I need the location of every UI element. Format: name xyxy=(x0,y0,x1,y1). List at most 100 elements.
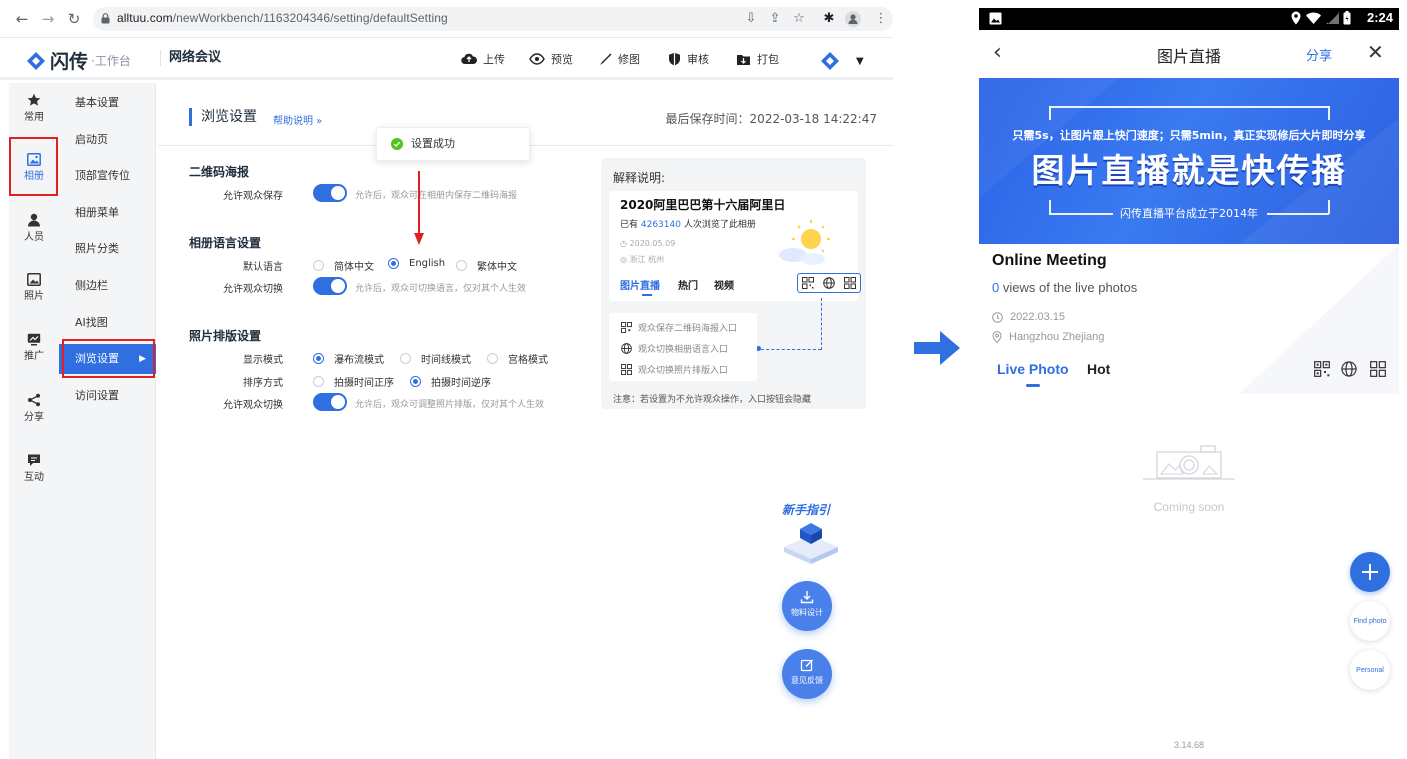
lock-icon xyxy=(101,13,110,24)
radio-traditional-chinese[interactable]: 繁体中文 xyxy=(456,258,517,273)
user-icon xyxy=(28,213,40,227)
bookmark-star-icon[interactable]: ☆ xyxy=(791,11,807,27)
empty-state-text: Coming soon xyxy=(1153,500,1225,514)
menu-item-splash[interactable]: 启动页 xyxy=(59,125,156,155)
tab-live-photo[interactable]: Live Photo xyxy=(997,361,1069,377)
layout-grid-icon[interactable] xyxy=(1370,361,1386,377)
menu-item-top-banner[interactable]: 顶部宣传位 xyxy=(59,161,156,191)
hint-allow-save: 允许后，观众可在相册内保存二维码海报 xyxy=(355,191,518,201)
menu-kebab-icon[interactable]: ⋮ xyxy=(873,11,889,27)
find-photo-button[interactable]: Find photo xyxy=(1350,601,1390,641)
url-field[interactable]: alltuu.com/newWorkbench/1163204346/setti… xyxy=(93,7,893,31)
radio-timeline[interactable]: 时间线模式 xyxy=(400,351,471,366)
preview-card: 2020阿里巴巴第十六届阿里日 已有 4263140 人次浏览了此相册 ◷ 20… xyxy=(609,191,861,301)
location-icon xyxy=(1291,11,1301,25)
language-switch-toggle[interactable] xyxy=(313,277,347,295)
explanation-title: 解释说明: xyxy=(613,171,666,185)
radio-simplified-chinese[interactable]: 简体中文 xyxy=(313,258,374,273)
hint-language-switch: 允许后，观众可切换语言，仅对其个人生效 xyxy=(355,284,527,294)
share-button[interactable]: 分享 xyxy=(1306,45,1332,64)
sidebar-item-staff[interactable]: 人员 xyxy=(9,213,59,265)
layout-grid-icon xyxy=(621,364,632,375)
banner-headline: 图片直播就是快传播 xyxy=(1031,151,1347,190)
add-button[interactable] xyxy=(1350,552,1390,592)
connector-line xyxy=(821,298,822,350)
battery-icon xyxy=(1343,11,1351,25)
pack-button[interactable]: 打包 xyxy=(736,51,779,67)
layout-switch-toggle[interactable] xyxy=(313,393,347,411)
row-label-allow-save: 允许观众保存 xyxy=(223,191,283,202)
menu-item-basic[interactable]: 基本设置 xyxy=(59,88,156,118)
upload-button[interactable]: 上传 xyxy=(461,51,505,67)
globe-icon[interactable] xyxy=(1341,361,1357,377)
highlight-album-box xyxy=(9,137,58,196)
menu-item-access-settings[interactable]: 访问设置 xyxy=(59,381,156,411)
signal-icon xyxy=(1326,12,1339,24)
share-page-icon[interactable]: ⇪ xyxy=(767,11,783,27)
brand-name: 闪传 xyxy=(50,52,89,73)
back-arrow-icon[interactable]: ← xyxy=(12,9,32,29)
check-circle-icon xyxy=(391,138,403,150)
camera-empty-icon xyxy=(1143,445,1235,480)
personal-button[interactable]: Personal xyxy=(1350,650,1390,690)
qr-code-icon[interactable] xyxy=(1314,361,1330,377)
tab-indicator xyxy=(1026,384,1040,387)
row-label-language-switch: 允许观众切换 xyxy=(223,284,283,295)
radio-dot xyxy=(313,353,324,364)
download-icon xyxy=(800,591,814,604)
menu-item-photo-category[interactable]: 照片分类 xyxy=(59,234,156,264)
radio-grid[interactable]: 宫格模式 xyxy=(487,351,548,366)
highlight-browse-box xyxy=(62,339,155,378)
sidebar-item-share[interactable]: 分享 xyxy=(9,393,59,445)
radio-dot xyxy=(313,376,324,387)
radio-sort-ascending[interactable]: 拍摄时间正序 xyxy=(313,374,394,389)
logo-diamond-icon xyxy=(821,52,839,70)
logo[interactable]: 闪传 ·工作台 xyxy=(26,47,131,74)
install-icon[interactable]: ⇩ xyxy=(743,11,759,27)
menu-item-sidebar[interactable]: 侧边栏 xyxy=(59,271,156,301)
menu-item-album-menu[interactable]: 相册菜单 xyxy=(59,198,156,228)
browser-window: ← → ↻ alltuu.com/newWorkbench/1163204346… xyxy=(0,0,893,759)
radio-sort-descending[interactable]: 拍摄时间逆序 xyxy=(410,374,491,389)
profile-icon[interactable] xyxy=(845,11,861,27)
forward-arrow-icon[interactable]: → xyxy=(38,9,58,29)
close-icon[interactable]: ✕ xyxy=(1367,40,1384,64)
brand-subtitle: ·工作台 xyxy=(91,54,131,68)
allow-save-toggle[interactable] xyxy=(313,184,347,202)
plus-icon xyxy=(1362,564,1378,580)
page-title: 浏览设置 xyxy=(189,108,257,126)
package-icon xyxy=(737,54,750,65)
sidebar-item-photos[interactable]: 照片 xyxy=(9,273,59,325)
preview-tab-live: 图片直播 xyxy=(620,281,660,292)
menu-item-ai-search[interactable]: AI找图 xyxy=(59,308,156,338)
review-button[interactable]: 审核 xyxy=(668,51,709,67)
reload-icon[interactable]: ↻ xyxy=(64,9,84,29)
frame-line xyxy=(1049,106,1329,108)
tab-hot[interactable]: Hot xyxy=(1087,361,1110,377)
radio-waterfall[interactable]: 瀑布流模式 xyxy=(313,351,384,366)
extensions-icon[interactable]: ✱ xyxy=(821,11,837,27)
retouch-button[interactable]: 修图 xyxy=(598,51,640,67)
sidebar-item-interact[interactable]: 互动 xyxy=(9,453,59,505)
feedback-button[interactable]: 意见反馈 xyxy=(782,649,832,699)
address-bar: ← → ↻ alltuu.com/newWorkbench/1163204346… xyxy=(0,0,893,38)
entry-language: 观众切换相册语言入口 xyxy=(621,342,728,355)
frame-line xyxy=(1049,106,1051,120)
radio-english[interactable]: English xyxy=(388,258,445,269)
radio-dot xyxy=(313,260,324,271)
beginner-guide[interactable]: 新手指引 xyxy=(778,501,848,571)
account-menu-button[interactable]: ▼ xyxy=(819,51,864,71)
gallery-notification-icon xyxy=(989,12,1002,25)
sidebar-item-promote[interactable]: 推广 xyxy=(9,333,59,385)
brush-icon xyxy=(600,53,612,65)
material-design-button[interactable]: 物料设计 xyxy=(782,581,832,631)
row-label-layout-switch: 允许观众切换 xyxy=(223,400,283,411)
banner-footnote: 闪传直播平台成立于2014年 xyxy=(1120,207,1258,220)
chat-icon xyxy=(28,454,40,466)
preview-button[interactable]: 预览 xyxy=(529,51,573,67)
explanation-note: 注意：若设置为不允许观众操作，入口按钮会隐藏 xyxy=(613,395,812,405)
help-link[interactable]: 帮助说明 » xyxy=(273,112,322,127)
globe-icon xyxy=(621,343,632,354)
annotation-arrow-icon xyxy=(414,171,424,245)
app-header: 闪传 ·工作台 网络会议 上传 预览 修图 审核 打包 ▼ xyxy=(0,38,893,80)
